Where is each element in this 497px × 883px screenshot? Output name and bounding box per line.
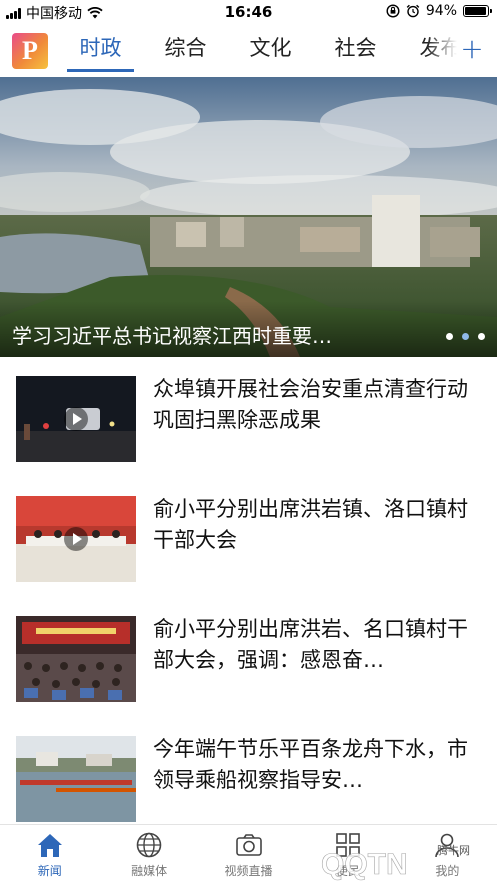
play-icon [64, 407, 88, 431]
camera-icon [235, 834, 262, 856]
tab-wenhua[interactable]: 文化 [228, 24, 313, 76]
nav-rongmeiti[interactable]: 融媒体 [99, 825, 198, 883]
news-item[interactable]: 俞小平分别出席洪岩镇、洛口镇村干部大会 [0, 477, 497, 597]
rotation-lock-icon [386, 4, 400, 18]
nav-video-live[interactable]: 视频直播 [199, 825, 298, 883]
nav-mine[interactable]: 我的 [398, 825, 497, 883]
carousel-dot[interactable] [478, 333, 485, 340]
header: P 时政 综合 文化 社会 发布 + [0, 24, 497, 76]
battery-fill [465, 7, 486, 15]
news-item[interactable]: 俞小平分别出席洪岩、名口镇村干部大会，强调：感恩奋… [0, 597, 497, 717]
play-icon [64, 527, 88, 551]
status-bar: 中国移动 16:46 94% [0, 0, 497, 24]
news-thumbnail [16, 376, 136, 462]
nav-bianmin[interactable]: 便民 [298, 825, 397, 883]
nav-label: 新闻 [37, 864, 62, 878]
carousel-dot[interactable] [446, 333, 453, 340]
bottom-nav: 新闻 融媒体 视频直播 便民 我的 [0, 824, 497, 883]
nav-label: 便民 [335, 864, 360, 878]
news-title: 俞小平分别出席洪岩、名口镇村干部大会，强调：感恩奋… [153, 617, 468, 672]
category-tabs: 时政 综合 文化 社会 发布 [58, 24, 457, 76]
tabs-fade [427, 24, 457, 76]
news-title: 俞小平分别出席洪岩镇、洛口镇村干部大会 [153, 497, 468, 552]
add-channel-button[interactable]: + [459, 34, 485, 64]
logo-letter: P [22, 36, 38, 65]
carousel-dot[interactable] [462, 333, 469, 340]
news-title: 众埠镇开展社会治安重点清查行动 巩固扫黑除恶成果 [153, 377, 468, 432]
home-icon [37, 834, 62, 857]
news-thumbnail [16, 736, 136, 822]
banner-title[interactable]: 学习习近平总书记视察江西时重要… [12, 320, 332, 349]
nav-label: 融媒体 [131, 864, 168, 878]
news-title: 今年端午节乐平百条龙舟下水，市领导乘船视察指导安… [153, 737, 468, 792]
news-thumbnail [16, 616, 136, 702]
grid-icon [336, 833, 360, 857]
banner-carousel[interactable]: 学习习近平总书记视察江西时重要… [0, 77, 497, 357]
tab-shizheng[interactable]: 时政 [58, 24, 143, 76]
nav-news[interactable]: 新闻 [0, 825, 99, 883]
app-logo: P [12, 33, 48, 69]
globe-icon [136, 832, 162, 858]
news-thumbnail [16, 496, 136, 582]
nav-label: 我的 [435, 864, 460, 878]
battery-percent: 94% [425, 3, 457, 19]
battery-icon [463, 5, 492, 17]
carousel-dots [446, 333, 485, 340]
news-item[interactable]: 今年端午节乐平百条龙舟下水，市领导乘船视察指导安… [0, 717, 497, 837]
user-icon [435, 833, 460, 858]
alarm-icon [406, 4, 420, 18]
tab-shehui[interactable]: 社会 [313, 24, 398, 76]
news-item[interactable]: 众埠镇开展社会治安重点清查行动 巩固扫黑除恶成果 [0, 357, 497, 477]
status-right: 94% [386, 3, 492, 19]
nav-label: 视频直播 [224, 864, 273, 878]
tab-zonghe[interactable]: 综合 [143, 24, 228, 76]
